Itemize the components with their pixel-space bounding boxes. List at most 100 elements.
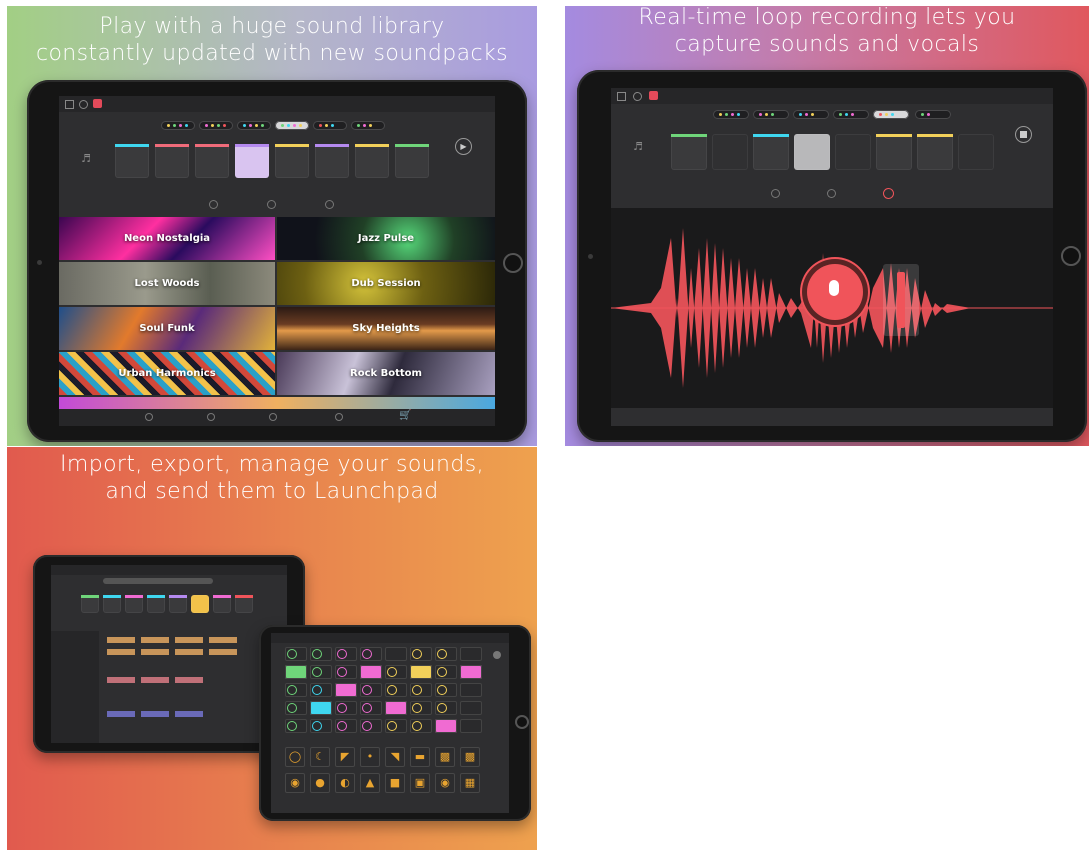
library-tile-jazz-pulse[interactable]: Jazz Pulse [277,217,495,260]
launchpad-pad[interactable] [385,719,407,733]
launchpad-pad[interactable] [435,647,457,661]
launchpad-pad[interactable] [435,665,457,679]
home-icon[interactable] [65,100,74,109]
launchpad-fx-button[interactable]: ◉ [435,773,455,793]
home-button[interactable] [515,715,529,729]
launchpad-pad[interactable] [410,683,432,697]
record-dial[interactable] [807,264,863,320]
launchpad-pad[interactable] [460,719,482,733]
tab-icon-2[interactable] [207,413,215,421]
launchpad-pad[interactable] [360,701,382,715]
sound-chip[interactable] [175,677,203,683]
launchpad-fx-button[interactable]: ▩ [435,747,455,767]
pattern-pill-6[interactable] [915,110,951,119]
pad-6[interactable] [191,595,209,613]
launchpad-pad[interactable] [360,665,382,679]
pad-7[interactable] [917,134,953,170]
sound-chip[interactable] [141,677,169,683]
pattern-pill-1[interactable] [713,110,749,119]
launchpad-fx-button[interactable]: ◐ [335,773,355,793]
pattern-pill-3[interactable] [793,110,829,119]
launchpad-pad[interactable] [360,647,382,661]
pattern-pill-6[interactable] [351,121,385,130]
sound-chip[interactable] [107,711,135,717]
library-tile-urban-harmonics[interactable]: Urban Harmonics [59,352,275,395]
launchpad-pad[interactable] [460,647,482,661]
launchpad-fx-button[interactable]: ■ [385,773,405,793]
launchpad-pad[interactable] [360,683,382,697]
launchpad-pad[interactable] [335,647,357,661]
pattern-pill-2[interactable] [199,121,233,130]
speaker-icon[interactable]: ♬ [633,140,643,153]
side-control-icon[interactable] [493,651,501,659]
pattern-pill-5[interactable] [873,110,909,119]
stop-icon[interactable] [1015,126,1032,143]
pattern-pill-4[interactable] [833,110,869,119]
launchpad-pad[interactable] [335,719,357,733]
launchpad-pad[interactable] [335,683,357,697]
pad-8[interactable] [958,134,994,170]
pad-4[interactable] [794,134,830,170]
sound-chip[interactable] [107,649,135,655]
launchpad-fx-button[interactable]: ● [310,773,330,793]
home-button[interactable] [503,253,523,273]
pad-7[interactable] [213,595,231,613]
gear-icon[interactable] [79,100,88,109]
tab-icon-4[interactable] [335,413,343,421]
sound-chip[interactable] [141,637,169,643]
slider-handle[interactable] [897,272,905,328]
mode-icon-1[interactable] [771,189,780,198]
pad-1[interactable] [81,595,99,613]
library-tile-sky-heights[interactable]: Sky Heights [277,307,495,350]
launchpad-fx-button[interactable]: ☾ [310,747,330,767]
mode-icon-2[interactable] [267,200,276,209]
pad-5[interactable] [275,144,309,178]
library-tile-lost-woods[interactable]: Lost Woods [59,262,275,305]
launchpad-pad[interactable] [435,701,457,715]
launchpad-pad[interactable] [285,683,307,697]
launchpad-pad[interactable] [310,683,332,697]
launchpad-pad[interactable] [360,719,382,733]
sound-chip[interactable] [175,637,203,643]
launchpad-pad[interactable] [385,683,407,697]
launchpad-pad[interactable] [285,719,307,733]
pad-3[interactable] [753,134,789,170]
volume-slider[interactable] [883,264,919,336]
launchpad-fx-button[interactable]: • [360,747,380,767]
launchpad-fx-button[interactable]: ◉ [285,773,305,793]
speaker-icon[interactable]: ♬ [81,152,91,165]
mic-mode-icon[interactable] [883,188,894,199]
launchpad-fx-button[interactable]: ▦ [460,773,480,793]
launchpad-pad[interactable] [310,719,332,733]
launchpad-pad[interactable] [285,647,307,661]
home-button[interactable] [1061,246,1081,266]
library-tile-neon-nostalgia[interactable]: Neon Nostalgia [59,217,275,260]
mode-icon-2[interactable] [827,189,836,198]
pad-2[interactable] [103,595,121,613]
play-icon[interactable]: ▶ [455,138,472,155]
launchpad-pad[interactable] [410,701,432,715]
sound-chip[interactable] [141,649,169,655]
launchpad-fx-button[interactable]: ▩ [460,747,480,767]
launchpad-pad[interactable] [385,665,407,679]
sound-chip[interactable] [107,637,135,643]
launchpad-pad[interactable] [385,647,407,661]
launchpad-fx-button[interactable]: ▬ [410,747,430,767]
pattern-pill-5[interactable] [313,121,347,130]
launchpad-pad[interactable] [285,701,307,715]
tab-icon-1[interactable] [145,413,153,421]
library-tile-dub-session[interactable]: Dub Session [277,262,495,305]
launchpad-pad[interactable] [335,701,357,715]
launchpad-fx-button[interactable]: ◯ [285,747,305,767]
launchpad-pad[interactable] [285,665,307,679]
pattern-pill-2[interactable] [753,110,789,119]
launchpad-pad[interactable] [435,683,457,697]
launchpad-pad[interactable] [410,719,432,733]
pattern-pill-4[interactable] [275,121,309,130]
home-icon[interactable] [617,92,626,101]
pad-2[interactable] [155,144,189,178]
pad-8[interactable] [235,595,253,613]
pad-4[interactable] [235,144,269,178]
launchpad-pad[interactable] [310,701,332,715]
launchpad-pad[interactable] [435,719,457,733]
